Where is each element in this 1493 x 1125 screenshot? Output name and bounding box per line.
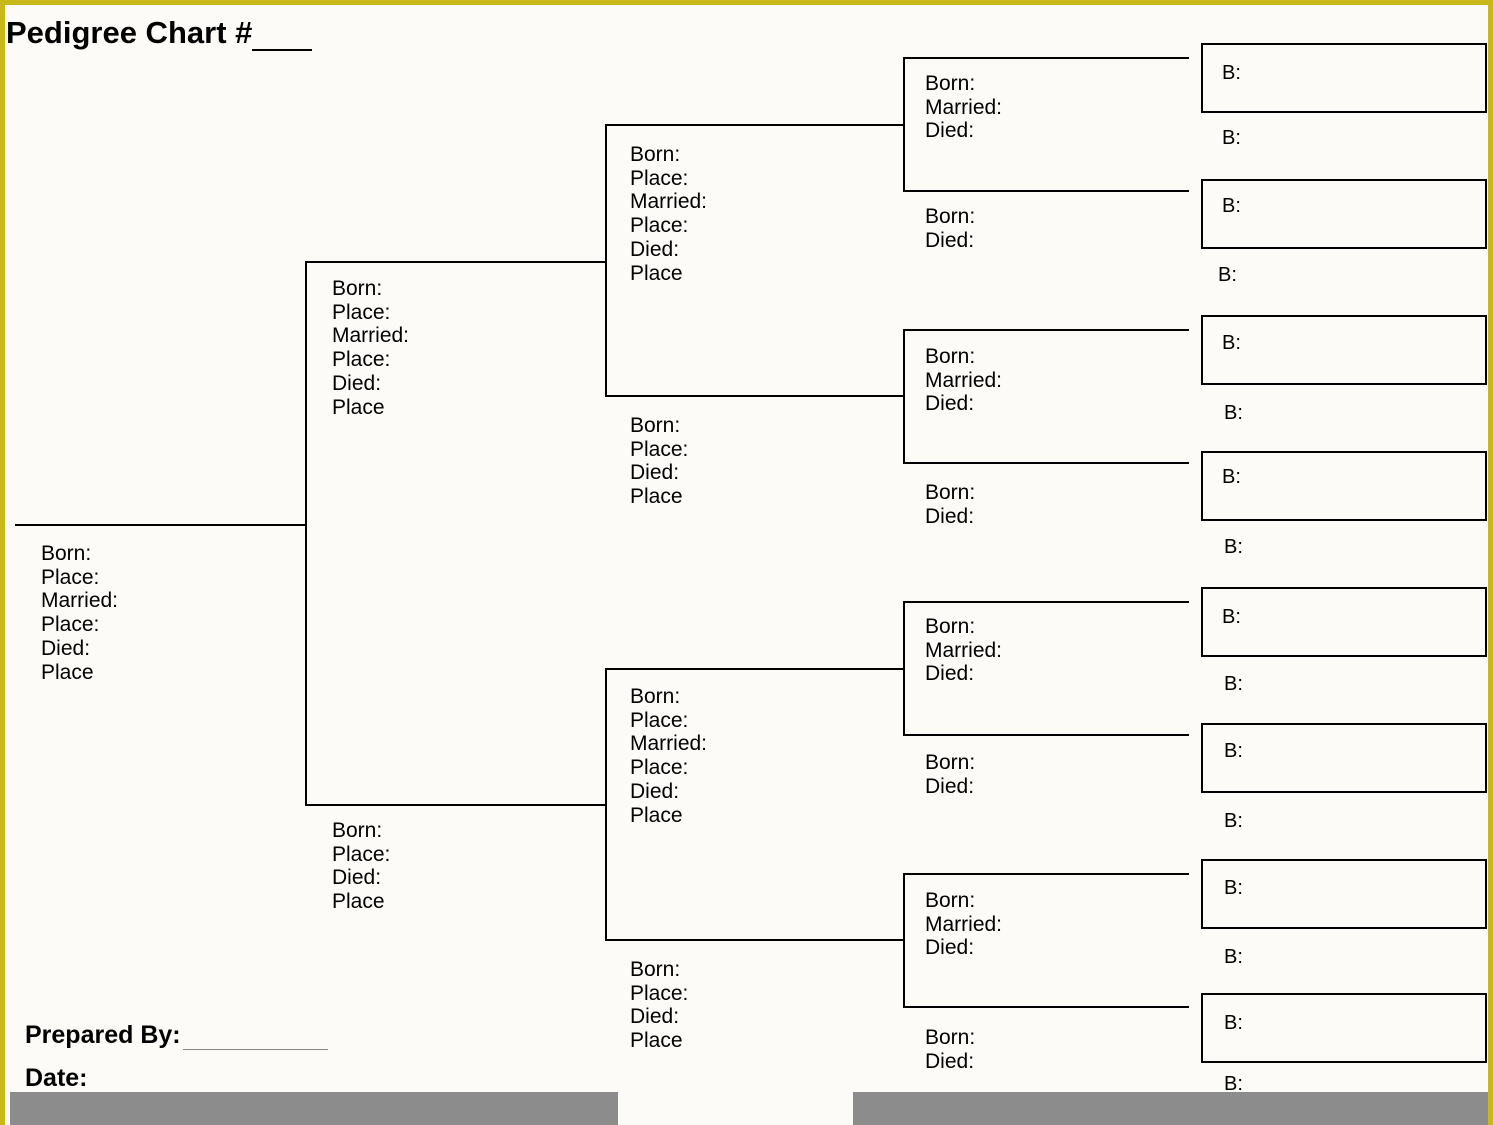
prepared-by-label: Prepared By:	[25, 1021, 328, 1050]
gen5-b-14: B:	[1224, 946, 1243, 969]
gen1-name-line	[15, 524, 305, 526]
gen4-p6-details: Born: Died:	[925, 751, 975, 798]
gen5-b-3: B:	[1222, 195, 1241, 218]
pedigree-chart-page: Pedigree Chart # Born: Place: Married: P…	[0, 0, 1493, 1125]
prepared-by-blank	[183, 1049, 328, 1050]
gen5-b-7: B:	[1222, 466, 1241, 489]
gen5-b-5: B:	[1222, 332, 1241, 355]
gen3-p3-details: Born: Place: Married: Place: Died: Place	[630, 685, 707, 827]
gen5-box-7	[1201, 859, 1487, 929]
gen4-p4-details: Born: Died:	[925, 481, 975, 528]
gray-bar-right	[853, 1092, 1493, 1125]
gen5-box-1	[1201, 43, 1487, 113]
date-label: Date:	[25, 1064, 315, 1093]
gen5-box-8	[1201, 993, 1487, 1063]
gen5-b-9: B:	[1222, 606, 1241, 629]
gen3-p2-details: Born: Place: Died: Place	[630, 414, 688, 509]
title-text: Pedigree Chart #	[6, 15, 252, 50]
gray-bar-left	[10, 1092, 618, 1125]
gen3-p1-details: Born: Place: Married: Place: Died: Place	[630, 143, 707, 285]
gen5-b-13: B:	[1224, 877, 1243, 900]
gen1-person-details: Born: Place: Married: Place: Died: Place	[41, 542, 118, 684]
page-title: Pedigree Chart #	[6, 15, 312, 51]
gen5-box-2	[1201, 179, 1487, 249]
gen5-b-11: B:	[1224, 740, 1243, 763]
gen5-box-5	[1201, 587, 1487, 657]
gen4-p3-details: Born: Married: Died:	[925, 345, 1002, 416]
gen2-mother-details: Born: Place: Died: Place	[332, 819, 390, 914]
gen4-p5-details: Born: Married: Died:	[925, 615, 1002, 686]
gen4-p1-details: Born: Married: Died:	[925, 72, 1002, 143]
gen5-b-1: B:	[1222, 62, 1241, 85]
gen5-box-6	[1201, 723, 1487, 793]
gen3-p4-details: Born: Place: Died: Place	[630, 958, 688, 1053]
gen2-bracket-bottom	[305, 804, 605, 806]
gen2-father-details: Born: Place: Married: Place: Died: Place	[332, 277, 409, 419]
gen5-box-4	[1201, 451, 1487, 521]
gen5-b-8: B:	[1224, 536, 1243, 559]
gen5-b-6: B:	[1224, 402, 1243, 425]
gen4-p2-details: Born: Died:	[925, 205, 975, 252]
chart-number-blank	[252, 49, 312, 51]
gen4-p7-details: Born: Married: Died:	[925, 889, 1002, 960]
gen5-box-3	[1201, 315, 1487, 385]
gen4-p8-details: Born: Died:	[925, 1026, 975, 1073]
gen5-b-15: B:	[1224, 1012, 1243, 1035]
gen5-b-10: B:	[1224, 673, 1243, 696]
gen5-b-12: B:	[1224, 810, 1243, 833]
gen5-b-4: B:	[1218, 264, 1237, 287]
gen5-b-2: B:	[1222, 127, 1241, 150]
